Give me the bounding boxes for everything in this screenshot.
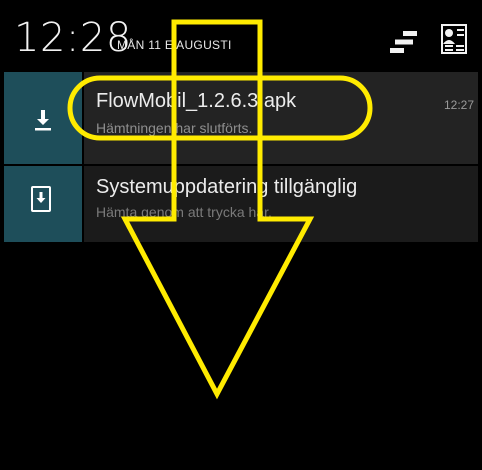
status-header: 12:28 MÅN 11 E AUGUSTI (4, 4, 478, 70)
notification-icon-box (4, 72, 82, 164)
notification-title: FlowMobil_1.2.6.3.apk (96, 90, 297, 112)
quick-settings-icon[interactable] (441, 24, 467, 54)
notification-system-update[interactable]: Systemuppdatering tillgänglig Hämta geno… (4, 166, 478, 242)
notification-download[interactable]: FlowMobil_1.2.6.3.apk Hämtningen har slu… (4, 72, 478, 164)
clock: 12:28 (14, 15, 132, 61)
download-icon (35, 110, 51, 131)
notification-text: Hämtningen har slutförts. (96, 120, 253, 136)
notification-time: 12:27 (443, 98, 474, 112)
notification-shade: 12:28 MÅN 11 E AUGUSTI FlowMobil_1.2.6.3… (4, 4, 478, 466)
notification-text: Hämta genom att trycka här. (96, 204, 272, 220)
notification-body: FlowMobil_1.2.6.3.apk Hämtningen har slu… (84, 72, 478, 164)
date-label: MÅN 11 E AUGUSTI (117, 38, 232, 52)
settings-icon[interactable] (389, 30, 419, 54)
notification-title: Systemuppdatering tillgänglig (96, 176, 358, 198)
notification-body: Systemuppdatering tillgänglig Hämta geno… (84, 166, 478, 242)
notification-icon-box (4, 166, 82, 242)
system-update-icon (31, 186, 51, 212)
